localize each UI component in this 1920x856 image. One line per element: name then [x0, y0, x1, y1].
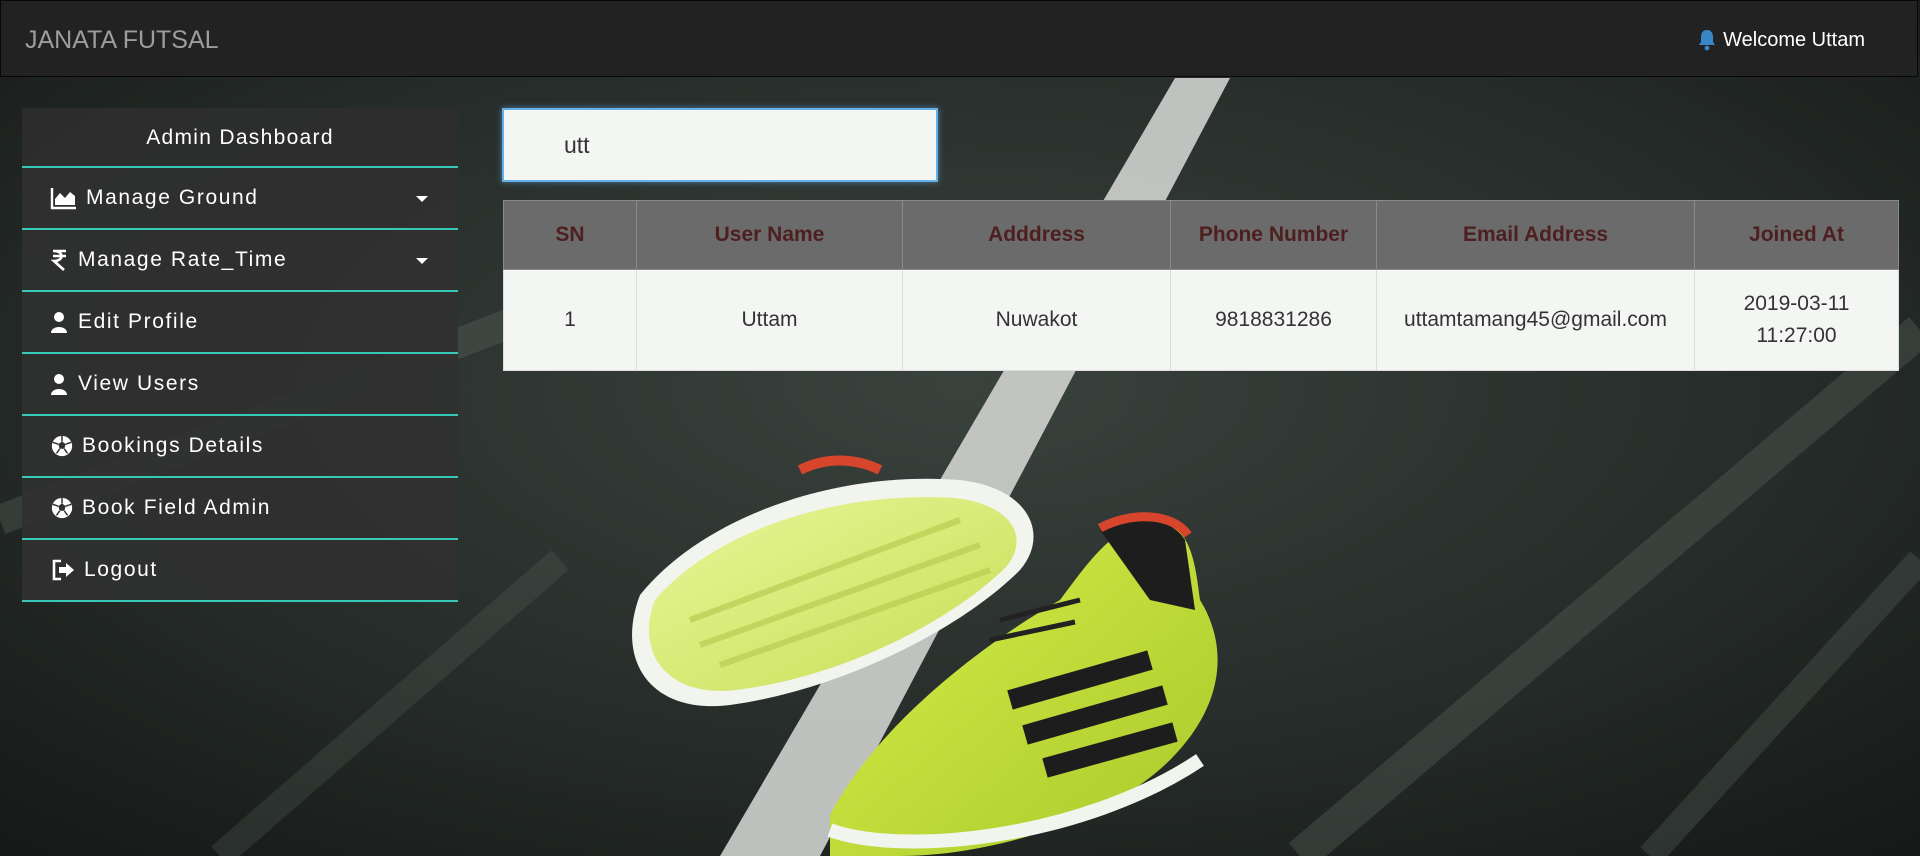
sidebar-item-view-users[interactable]: View Users	[22, 354, 458, 416]
bell-icon	[1699, 30, 1716, 51]
soccer-ball-icon	[51, 435, 73, 457]
column-header-email: Email Address	[1376, 200, 1695, 270]
table-row: 1 Uttam Nuwakot 9818831286 uttamtamang45…	[503, 269, 1899, 371]
sidebar-item-label: Logout	[84, 558, 158, 581]
sidebar-item-label: Book Field Admin	[82, 496, 272, 519]
column-header-sn: SN	[503, 200, 637, 270]
admin-sidebar: Admin Dashboard Manage Ground Manage Rat…	[22, 108, 458, 602]
welcome-text: Welcome Uttam	[1723, 29, 1865, 51]
users-table: SN User Name Adddress Phone Number Email…	[503, 200, 1899, 371]
sidebar-header: Admin Dashboard	[22, 108, 458, 168]
column-header-phone: Phone Number	[1170, 200, 1377, 270]
sidebar-item-edit-profile[interactable]: Edit Profile	[22, 292, 458, 354]
joined-date: 2019-03-11	[1743, 292, 1850, 315]
brand-logo-text[interactable]: JANATA FUTSAL	[25, 25, 219, 55]
cell-joined-at: 2019-03-11 11:27:00	[1694, 269, 1899, 371]
joined-time: 11:27:00	[1756, 324, 1837, 347]
chevron-down-icon	[416, 196, 428, 202]
column-header-user-name: User Name	[636, 200, 903, 270]
sidebar-item-label: Edit Profile	[78, 310, 199, 333]
cell-email: uttamtamang45@gmail.com	[1376, 269, 1695, 371]
user-icon	[51, 374, 67, 395]
column-header-address: Adddress	[902, 200, 1171, 270]
sidebar-item-label: Manage Ground	[86, 186, 259, 209]
user-icon	[51, 312, 67, 333]
top-navbar: JANATA FUTSAL Welcome Uttam	[0, 0, 1918, 77]
sidebar-item-label: View Users	[78, 372, 200, 395]
sidebar-item-manage-rate-time[interactable]: Manage Rate_Time	[22, 230, 458, 292]
sidebar-item-bookings-details[interactable]: Bookings Details	[22, 416, 458, 478]
rupee-icon	[50, 249, 66, 271]
chevron-down-icon	[416, 258, 428, 264]
cell-address: Nuwakot	[902, 269, 1171, 371]
welcome-user-link[interactable]: Welcome Uttam	[1697, 27, 1865, 53]
table-header-row: SN User Name Adddress Phone Number Email…	[503, 200, 1899, 270]
sidebar-item-logout[interactable]: Logout	[22, 540, 458, 602]
search-input[interactable]	[502, 108, 938, 182]
sidebar-item-label: Bookings Details	[82, 434, 265, 457]
area-chart-icon	[50, 188, 76, 210]
cell-user-name: Uttam	[636, 269, 903, 371]
sidebar-item-manage-ground[interactable]: Manage Ground	[22, 168, 458, 230]
cell-phone: 9818831286	[1170, 269, 1377, 371]
column-header-joined-at: Joined At	[1694, 200, 1899, 270]
sidebar-item-book-field-admin[interactable]: Book Field Admin	[22, 478, 458, 540]
sidebar-item-label: Manage Rate_Time	[78, 248, 288, 271]
sign-out-icon	[52, 559, 74, 581]
cell-sn: 1	[503, 269, 637, 371]
soccer-ball-icon	[51, 497, 73, 519]
